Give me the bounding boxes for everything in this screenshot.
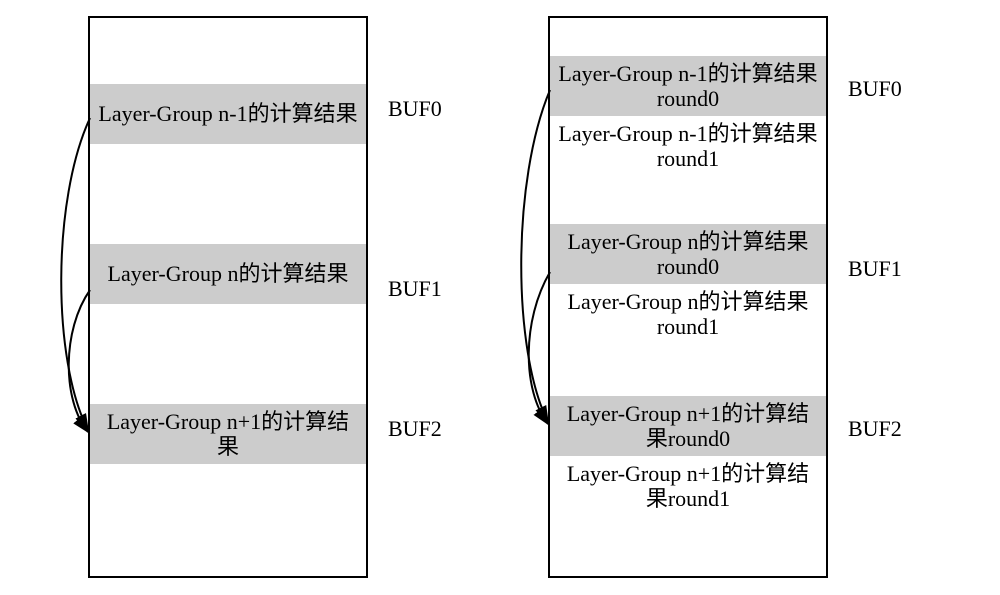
left-label-buf2: BUF2 bbox=[388, 416, 442, 442]
left-slot-buf1: Layer-Group n的计算结果 bbox=[90, 244, 366, 304]
diagram-root: Layer-Group n-1的计算结果 Layer-Group n的计算结果 … bbox=[0, 0, 1000, 595]
right-label-buf2: BUF2 bbox=[848, 416, 902, 442]
right-slot-buf1-round1: Layer-Group n的计算结果round1 bbox=[550, 284, 826, 344]
right-slot-buf2-round0: Layer-Group n+1的计算结果round0 bbox=[550, 396, 826, 456]
left-slot-buf2: Layer-Group n+1的计算结果 bbox=[90, 404, 366, 464]
right-slot-buf0-round0: Layer-Group n-1的计算结果round0 bbox=[550, 56, 826, 116]
right-label-buf1: BUF1 bbox=[848, 256, 902, 282]
right-slot-buf0-round1: Layer-Group n-1的计算结果round1 bbox=[550, 116, 826, 176]
right-label-buf0: BUF0 bbox=[848, 76, 902, 102]
left-label-buf0: BUF0 bbox=[388, 96, 442, 122]
left-slot-buf0: Layer-Group n-1的计算结果 bbox=[90, 84, 366, 144]
right-slot-buf2-round1: Layer-Group n+1的计算结果round1 bbox=[550, 456, 826, 516]
right-slot-buf1-round0: Layer-Group n的计算结果round0 bbox=[550, 224, 826, 284]
left-label-buf1: BUF1 bbox=[388, 276, 442, 302]
